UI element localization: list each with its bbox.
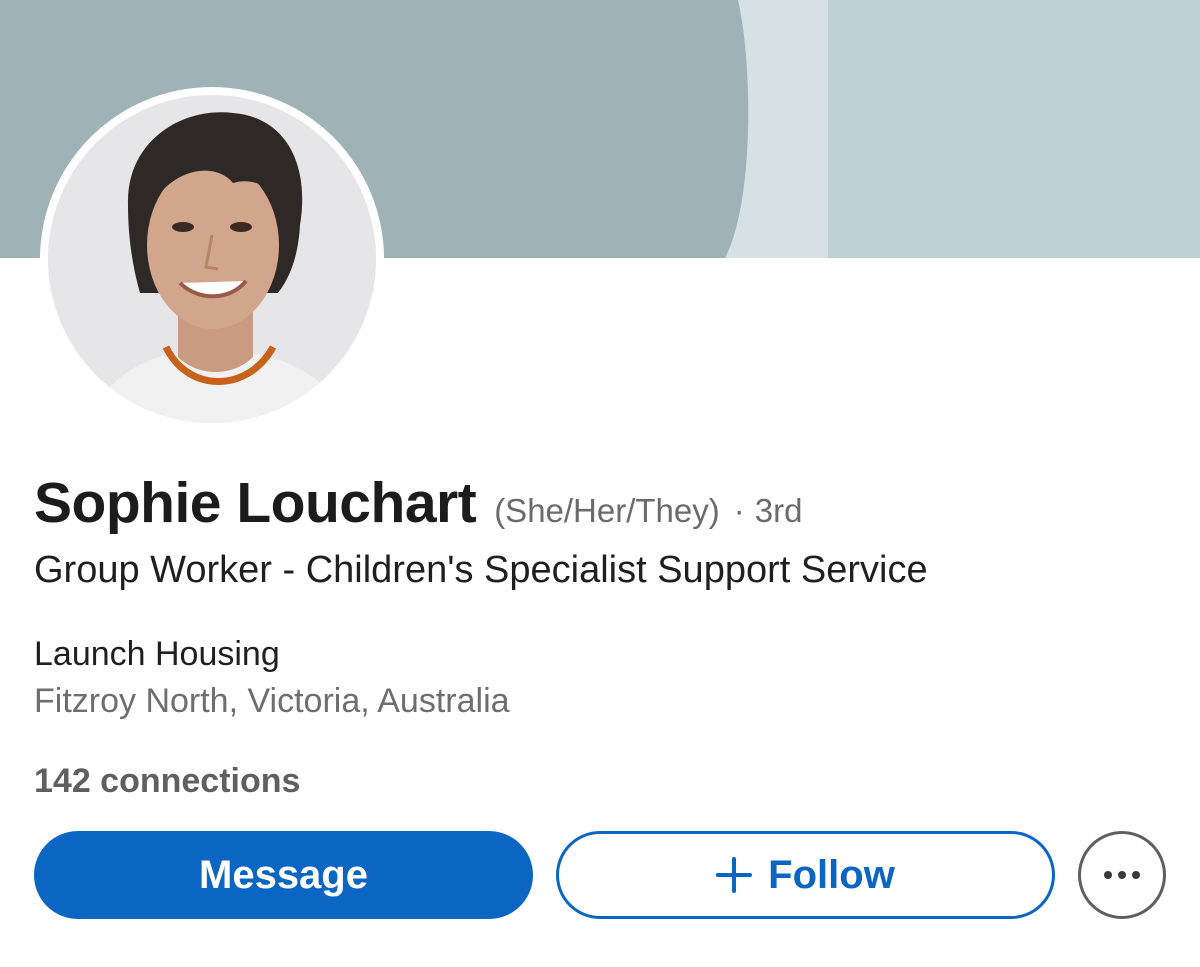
profile-pronouns: (She/Her/They) (494, 492, 720, 529)
message-button-label: Message (199, 852, 368, 897)
connection-degree: 3rd (754, 492, 803, 529)
profile-location: Fitzroy North, Victoria, Australia (34, 682, 510, 720)
profile-photo (48, 95, 376, 423)
profile-name: Sophie Louchart (34, 471, 477, 535)
name-row: Sophie Louchart (She/Her/They) · 3rd (34, 470, 802, 536)
profile-headline: Group Worker - Children's Specialist Sup… (34, 549, 928, 591)
profile-avatar[interactable] (40, 87, 384, 431)
plus-icon (716, 857, 753, 893)
follow-button[interactable]: Follow (556, 831, 1055, 919)
more-horizontal-icon (1104, 871, 1140, 879)
follow-button-label: Follow (768, 852, 895, 897)
message-button[interactable]: Message (34, 831, 533, 919)
profile-page: Sophie Louchart (She/Her/They) · 3rd Gro… (0, 0, 1200, 967)
dot-separator: · (733, 492, 745, 529)
more-options-button[interactable] (1078, 831, 1166, 919)
connections-count[interactable]: 142 connections (34, 762, 300, 801)
current-company[interactable]: Launch Housing (34, 635, 280, 674)
